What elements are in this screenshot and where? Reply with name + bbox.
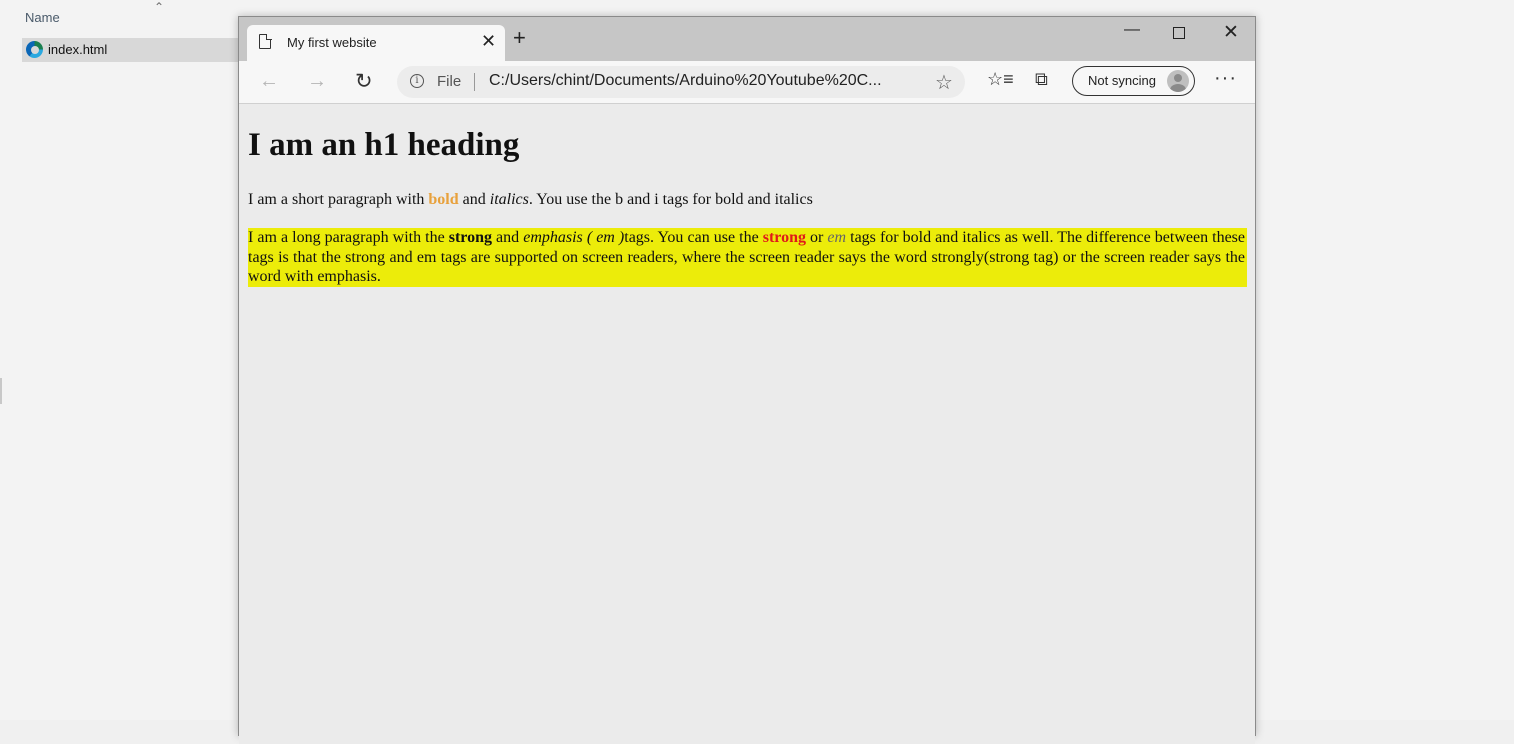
p2-text-2: and (492, 229, 524, 246)
forward-arrow-icon[interactable]: → (307, 70, 327, 93)
em-grey-text: em (827, 229, 847, 246)
sync-status-label: Not syncing (1088, 73, 1156, 88)
page-icon (259, 33, 272, 49)
address-url[interactable]: C:/Users/chint/Documents/Arduino%20Youtu… (489, 72, 882, 90)
more-options-button[interactable]: ··· (1214, 67, 1237, 90)
long-paragraph: I am a long paragraph with the strong an… (248, 228, 1247, 287)
scroll-marker (0, 378, 2, 404)
file-row-index-html[interactable]: index.html (22, 38, 252, 62)
italic-text: italics (489, 191, 529, 208)
address-scheme: File (437, 73, 462, 90)
minimize-button[interactable]: — (1124, 21, 1140, 39)
tab-my-first-website[interactable]: My first website ✕ (247, 25, 505, 61)
page-content: I am an h1 heading I am a short paragrap… (239, 104, 1255, 744)
p2-text-4: or (805, 229, 828, 246)
p1-text-2: and (458, 191, 490, 208)
avatar (1167, 70, 1189, 92)
page-heading: I am an h1 heading (248, 127, 520, 163)
new-tab-button[interactable]: + (513, 27, 526, 49)
address-divider (474, 73, 475, 91)
address-bar[interactable]: i File C:/Users/chint/Documents/Arduino%… (397, 66, 965, 98)
collections-icon[interactable]: ⧉ (1035, 69, 1048, 90)
file-name: index.html (48, 42, 108, 57)
info-icon[interactable]: i (410, 74, 424, 88)
back-arrow-icon[interactable]: ← (259, 70, 279, 93)
column-header-name[interactable]: Name (25, 10, 60, 25)
p1-text-3: . You use the b and i tags for bold and … (528, 191, 813, 208)
short-paragraph: I am a short paragraph with bold and ita… (248, 191, 813, 209)
tab-title: My first website (287, 35, 377, 50)
tab-strip: My first website ✕ + — ✕ (239, 17, 1255, 61)
sort-ascending-icon: ⌃ (154, 0, 165, 14)
p2-text-1: I am a long paragraph with the (248, 229, 449, 246)
browser-toolbar: ← → ↻ i File C:/Users/chint/Documents/Ar… (239, 61, 1255, 104)
maximize-button[interactable] (1173, 27, 1185, 39)
favorite-star-icon[interactable]: ☆ (935, 70, 953, 95)
edge-browser-icon (26, 41, 43, 58)
p2-text-3: tags. You can use the (624, 229, 763, 246)
profile-sync-button[interactable]: Not syncing (1072, 66, 1195, 96)
refresh-icon[interactable]: ↻ (355, 69, 373, 94)
favorites-list-icon[interactable]: ☆≡ (987, 69, 1014, 90)
strong-text: strong (448, 229, 492, 246)
p1-text-1: I am a short paragraph with (248, 191, 429, 208)
strong-red-text: strong (762, 229, 806, 246)
emphasis-text: emphasis ( em ) (523, 229, 625, 246)
browser-window: My first website ✕ + — ✕ ← → ↻ i File C:… (238, 16, 1256, 744)
close-tab-icon[interactable]: ✕ (481, 31, 496, 52)
bold-text: bold (428, 191, 459, 208)
close-window-button[interactable]: ✕ (1223, 21, 1239, 44)
